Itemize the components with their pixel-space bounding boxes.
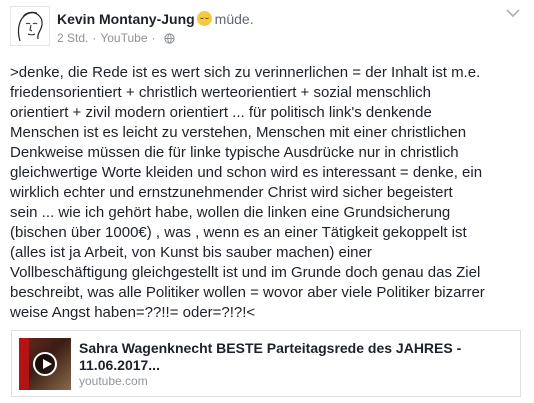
post-source[interactable]: YouTube (100, 31, 147, 45)
sleepy-face-emoji-icon (196, 11, 212, 26)
meta-separator-2: · (151, 31, 156, 45)
avatar-sketch-face (11, 7, 49, 45)
facebook-post: Kevin Montany-Jung müde. 2 Std. · YouTube… (0, 0, 534, 403)
chevron-down-icon[interactable] (506, 8, 520, 18)
play-video-icon[interactable] (33, 352, 57, 376)
meta-separator: · (92, 31, 97, 45)
post-header: Kevin Montany-Jung müde. (57, 11, 254, 27)
post-timestamp[interactable]: 2 Std. (57, 31, 88, 45)
thumbnail-stripe (19, 338, 29, 390)
post-meta: 2 Std. · YouTube · (57, 31, 175, 45)
link-thumbnail[interactable] (19, 338, 71, 390)
post-body-text: >denke, die Rede ist es wert sich zu ver… (10, 64, 485, 321)
author-name[interactable]: Kevin Montany-Jung (57, 11, 195, 27)
link-preview-card[interactable]: Sahra Wagenknecht BESTE Parteitagsrede d… (11, 330, 521, 397)
link-domain: youtube.com (79, 374, 148, 388)
author-avatar[interactable] (10, 6, 50, 46)
globe-icon[interactable] (163, 32, 175, 44)
link-title[interactable]: Sahra Wagenknecht BESTE Parteitagsrede d… (79, 340, 509, 374)
feeling-text: müde. (214, 11, 254, 27)
